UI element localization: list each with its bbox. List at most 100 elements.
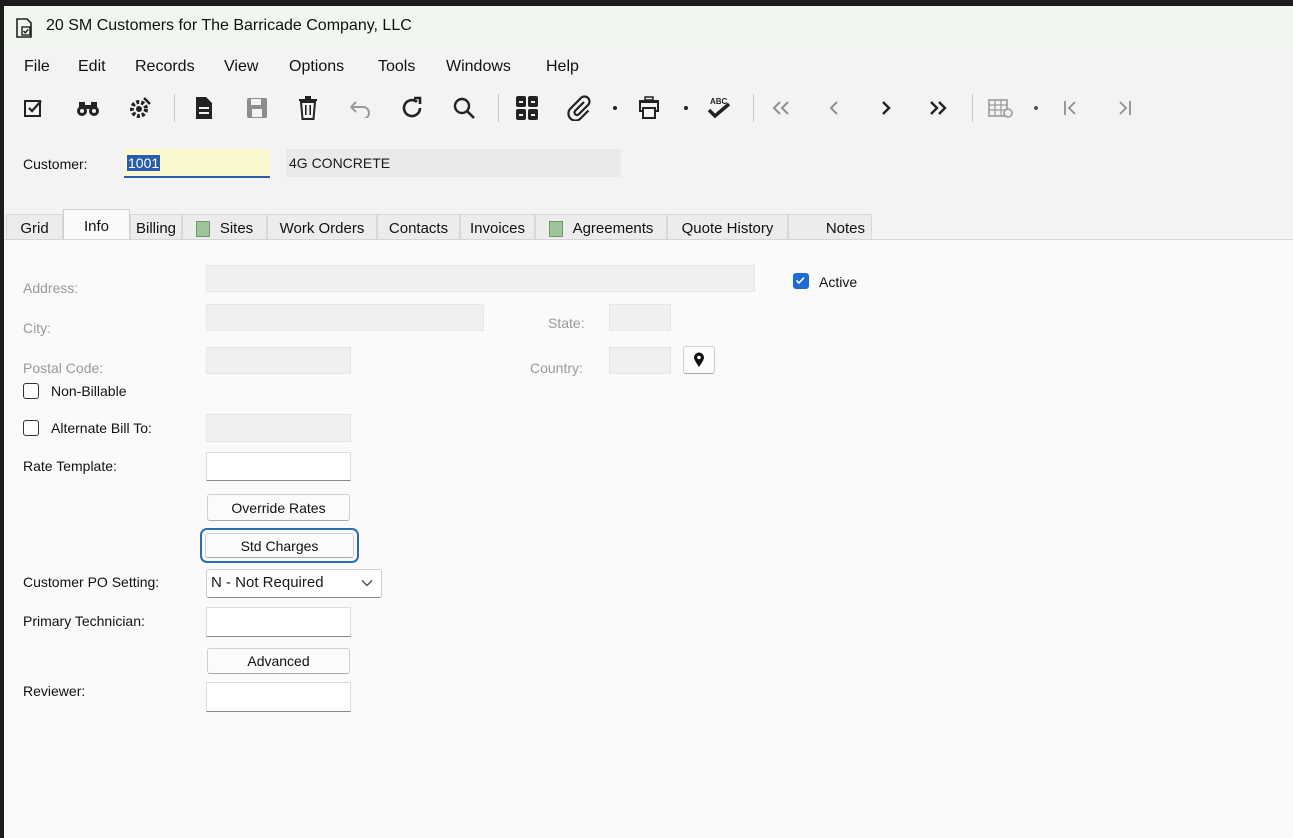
std-charges-button[interactable]: Std Charges xyxy=(205,533,354,558)
primary-technician-input[interactable] xyxy=(206,607,351,637)
first-page-icon[interactable] xyxy=(1054,88,1088,128)
chevron-down-icon[interactable] xyxy=(683,105,689,111)
non-billable-checkbox[interactable] xyxy=(23,383,39,399)
tab-grid[interactable]: Grid xyxy=(6,214,63,242)
menu-help[interactable]: Help xyxy=(546,58,579,76)
tab-label: Grid xyxy=(20,220,49,237)
tab-agreements[interactable]: Agreements xyxy=(535,214,667,242)
settings-gear-icon[interactable] xyxy=(123,88,157,128)
tab-label: Info xyxy=(83,217,110,235)
rate-template-label: Rate Template: xyxy=(23,458,117,474)
tab-notes[interactable]: Notes xyxy=(788,214,872,242)
tab-strip: Grid Info Billing Sites Work Orders Cont… xyxy=(4,209,1293,242)
tab-label: Invoices xyxy=(469,220,526,237)
toolbar-separator xyxy=(498,94,499,122)
primary-technician-label: Primary Technician: xyxy=(23,613,145,629)
document-icon xyxy=(548,220,563,237)
search-icon[interactable] xyxy=(447,88,481,128)
title-bar: 20 SM Customers for The Barricade Compan… xyxy=(4,6,1293,50)
menu-options[interactable]: Options xyxy=(289,58,344,76)
tab-label: Work Orders xyxy=(279,220,365,237)
customer-id-value: 1001 xyxy=(127,155,161,171)
delete-icon[interactable] xyxy=(291,88,325,128)
active-label: Active xyxy=(819,274,858,290)
address-label: Address: xyxy=(23,280,79,296)
chevron-down-icon[interactable] xyxy=(612,105,618,111)
tab-invoices[interactable]: Invoices xyxy=(460,214,535,242)
customer-name-field: 4G CONCRETE xyxy=(286,149,621,177)
tab-label: Notes xyxy=(825,220,865,237)
new-document-icon[interactable] xyxy=(187,88,221,128)
city-field xyxy=(206,304,484,331)
print-icon[interactable] xyxy=(632,88,666,128)
customer-id-field[interactable]: 1001 xyxy=(124,149,270,178)
tab-label: Agreements xyxy=(572,220,654,237)
document-icon xyxy=(195,220,210,237)
map-pin-icon xyxy=(694,352,704,367)
alternate-bill-to-field xyxy=(206,414,351,442)
city-label: City: xyxy=(23,320,51,336)
grid-layout-icon[interactable] xyxy=(510,88,544,128)
country-label: Country: xyxy=(530,360,583,376)
spellcheck-icon[interactable]: ABC xyxy=(702,88,736,128)
alternate-bill-to-checkbox[interactable] xyxy=(23,420,39,436)
state-field xyxy=(609,304,671,331)
binoculars-icon[interactable] xyxy=(71,88,105,128)
non-billable-label: Non-Billable xyxy=(51,383,127,399)
tab-contacts[interactable]: Contacts xyxy=(377,214,460,242)
first-record-icon[interactable] xyxy=(764,88,798,128)
customer-po-setting-select[interactable]: N - Not Required xyxy=(206,569,382,598)
menu-file[interactable]: File xyxy=(24,58,50,76)
customers-window: 20 SM Customers for The Barricade Compan… xyxy=(4,6,1293,838)
alternate-bill-to-label: Alternate Bill To: xyxy=(51,420,152,436)
state-label: State: xyxy=(548,315,585,331)
tab-info[interactable]: Info xyxy=(63,209,130,242)
tab-work-orders[interactable]: Work Orders xyxy=(267,214,377,242)
tab-sites[interactable]: Sites xyxy=(182,214,267,242)
menu-tools[interactable]: Tools xyxy=(378,58,415,76)
tab-quote-history[interactable]: Quote History xyxy=(667,214,788,242)
last-page-icon[interactable] xyxy=(1108,88,1142,128)
active-checkbox[interactable] xyxy=(793,273,809,289)
tab-label: Billing xyxy=(135,220,177,237)
table-settings-icon[interactable] xyxy=(984,88,1018,128)
toolbar-separator xyxy=(753,94,754,122)
address-field xyxy=(206,265,755,292)
refresh-icon[interactable] xyxy=(395,88,429,128)
undo-icon[interactable] xyxy=(343,88,377,128)
menu-view[interactable]: View xyxy=(224,58,258,76)
tab-label: Quote History xyxy=(681,220,774,237)
chevron-down-icon xyxy=(361,580,373,587)
country-field xyxy=(609,347,671,374)
customer-po-setting-value: N - Not Required xyxy=(211,574,324,591)
svg-text:ABC: ABC xyxy=(710,97,728,106)
toolbar-separator xyxy=(972,94,973,122)
tab-label: Sites xyxy=(219,220,254,237)
edit-check-icon[interactable] xyxy=(17,88,51,128)
attachment-icon[interactable] xyxy=(562,88,596,128)
menu-edit[interactable]: Edit xyxy=(78,58,106,76)
rate-template-input[interactable] xyxy=(206,452,351,481)
reviewer-input[interactable] xyxy=(206,682,351,712)
menu-bar: File Edit Records View Options Tools Win… xyxy=(4,54,1293,80)
menu-records[interactable]: Records xyxy=(135,58,195,76)
last-record-icon[interactable] xyxy=(921,88,955,128)
toolbar-separator xyxy=(174,94,175,122)
info-panel: Address: Active City: State: Postal Code… xyxy=(4,239,1293,838)
reviewer-label: Reviewer: xyxy=(23,683,86,699)
menu-windows[interactable]: Windows xyxy=(446,58,511,76)
map-pin-button[interactable] xyxy=(683,346,715,374)
advanced-button[interactable]: Advanced xyxy=(207,648,350,674)
previous-record-icon[interactable] xyxy=(817,88,851,128)
next-record-icon[interactable] xyxy=(869,88,903,128)
customer-po-setting-label: Customer PO Setting: xyxy=(23,574,160,590)
app-document-icon xyxy=(16,18,32,38)
chevron-down-icon[interactable] xyxy=(1033,105,1039,111)
save-icon[interactable] xyxy=(240,88,274,128)
override-rates-button[interactable]: Override Rates xyxy=(207,494,350,521)
toolbar: ABC xyxy=(4,88,1293,128)
tab-label: Contacts xyxy=(388,220,449,237)
postal-code-label: Postal Code: xyxy=(23,360,104,376)
customer-label: Customer: xyxy=(23,156,88,172)
tab-billing[interactable]: Billing xyxy=(130,214,182,242)
